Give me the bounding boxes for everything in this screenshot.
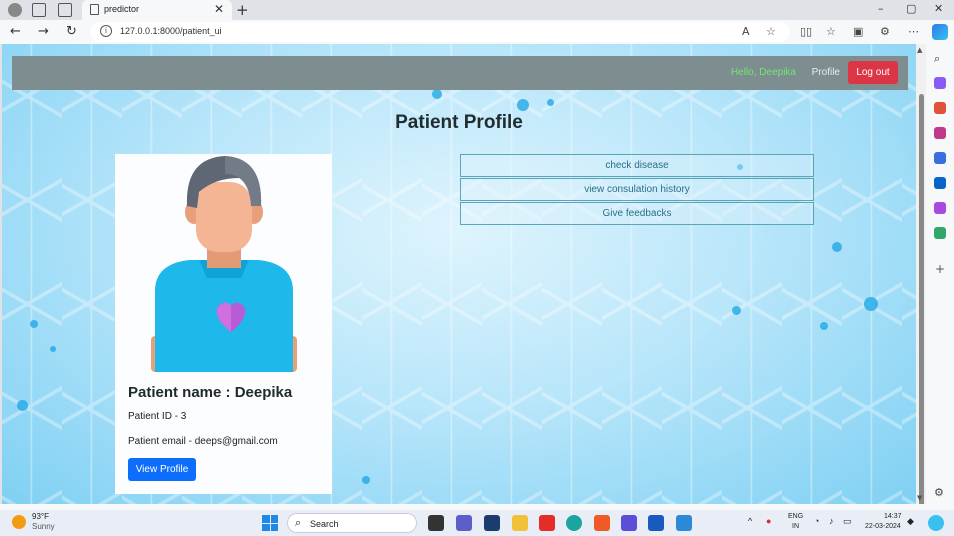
weather-temperature[interactable]: 93°F	[32, 512, 49, 521]
scroll-down-icon[interactable]: ▼	[917, 494, 922, 502]
decor-dot	[820, 322, 828, 330]
decor-dot	[432, 89, 442, 99]
decor-dot	[864, 297, 878, 311]
tab-actions-icon[interactable]	[58, 3, 72, 17]
sidebar-designer-icon[interactable]	[934, 202, 946, 214]
word-icon[interactable]	[648, 515, 664, 531]
sidebar-outlook-icon[interactable]	[934, 177, 946, 189]
page-scrollbar[interactable]: ▲ ▼	[916, 44, 926, 534]
start-windows-icon[interactable]	[262, 515, 278, 531]
store-icon[interactable]	[484, 515, 500, 531]
vscode-icon[interactable]	[676, 515, 692, 531]
weather-sun-icon[interactable]	[12, 515, 26, 529]
more-icon[interactable]: ⋯	[908, 25, 919, 38]
site-info-icon[interactable]: i	[100, 25, 112, 37]
browser-toolbar: ← → ↻ i 127.0.0.1:8000/patient_ui A ☆ ▯▯…	[0, 20, 954, 44]
check-disease-button[interactable]: check disease	[460, 154, 814, 177]
favorites-icon[interactable]: ☆	[826, 25, 836, 38]
extensions-icon[interactable]: ⚙	[880, 25, 890, 38]
clock-date[interactable]: 22-03-2024	[865, 523, 901, 530]
sidebar-drop-icon[interactable]	[934, 227, 946, 239]
teams-icon[interactable]	[456, 515, 472, 531]
sidebar-settings-gear-icon[interactable]: ⚙	[934, 486, 944, 499]
app-icon[interactable]	[621, 515, 637, 531]
youtube-icon[interactable]	[539, 515, 555, 531]
decor-dot	[832, 242, 842, 252]
split-screen-icon[interactable]: ▯▯	[800, 25, 812, 38]
edge-browser-icon[interactable]	[566, 515, 582, 531]
decor-dot	[50, 346, 56, 352]
patient-card: Patient name : Deepika Patient ID - 3 Pa…	[115, 154, 332, 494]
view-profile-button[interactable]: View Profile	[128, 458, 196, 481]
edge-sidebar: ⌕ + ⚙	[926, 44, 954, 510]
volume-icon[interactable]: ♪	[829, 516, 834, 526]
tray-security-icon[interactable]: ●	[766, 516, 771, 526]
patient-id: Patient ID - 3	[128, 411, 187, 422]
tab-title: predictor	[104, 4, 140, 14]
window-close-button[interactable]: ✕	[934, 2, 943, 15]
sidebar-search-icon[interactable]: ⌕	[934, 52, 940, 66]
app-navbar: Hello, Deepika Profile Log out	[12, 56, 908, 90]
decor-dot	[30, 320, 38, 328]
decor-dot	[17, 400, 28, 411]
scrollbar-thumb[interactable]	[919, 94, 924, 534]
patient-actions: check disease view consulation history G…	[460, 154, 814, 226]
sidebar-office-icon[interactable]	[934, 152, 946, 164]
copilot-taskbar-icon[interactable]	[928, 515, 944, 531]
decor-dot	[547, 99, 554, 106]
minimize-button[interactable]: –	[878, 2, 884, 15]
patient-avatar-icon	[151, 156, 297, 372]
read-aloud-icon[interactable]: A	[742, 25, 750, 38]
collections-icon[interactable]: ▣	[853, 25, 863, 38]
decor-dot	[732, 306, 741, 315]
sidebar-games-icon[interactable]	[934, 127, 946, 139]
wifi-icon[interactable]: ◔	[814, 516, 819, 526]
task-view-icon[interactable]	[428, 515, 444, 531]
page-viewport: Hello, Deepika Profile Log out Patient P…	[2, 44, 916, 504]
page-favicon-icon	[90, 4, 99, 15]
address-bar[interactable]: i 127.0.0.1:8000/patient_ui A ☆	[90, 22, 790, 42]
page-title: Patient Profile	[395, 112, 523, 133]
maximize-button[interactable]: ▢	[906, 2, 916, 15]
tray-overflow-icon[interactable]: ^	[748, 516, 752, 526]
greeting-text: Hello, Deepika	[730, 67, 796, 78]
clock-time[interactable]: 14:37	[884, 513, 902, 520]
browser-tab-strip: predictor ✕ + – ▢ ✕	[0, 0, 954, 20]
sidebar-tools-icon[interactable]	[934, 102, 946, 114]
file-explorer-icon[interactable]	[512, 515, 528, 531]
taskbar-search-label: Search	[310, 519, 339, 529]
region-indicator[interactable]: IN	[792, 523, 799, 530]
search-icon: ⌕	[295, 516, 302, 529]
give-feedback-button[interactable]: Give feedbacks	[460, 202, 814, 225]
reload-icon[interactable]: ↻	[66, 24, 77, 39]
taskbar-search[interactable]: ⌕ Search	[287, 513, 417, 533]
logout-button[interactable]: Log out	[848, 61, 898, 84]
browser-tab-predictor[interactable]: predictor ✕	[82, 0, 232, 20]
sidebar-add-icon[interactable]: +	[935, 262, 945, 276]
decor-dot	[362, 476, 370, 484]
battery-icon[interactable]: ▭	[843, 516, 852, 527]
language-indicator[interactable]: ENG	[788, 513, 803, 520]
tab-close-icon[interactable]: ✕	[214, 2, 224, 16]
decor-dot	[517, 99, 529, 111]
copilot-icon[interactable]	[932, 24, 948, 40]
windows-taskbar: 93°F Sunny ⌕ Search ^ ● ENG IN ◔ ♪ ▭ 14:…	[0, 510, 954, 536]
weather-description[interactable]: Sunny	[32, 522, 55, 531]
url-text[interactable]: 127.0.0.1:8000/patient_ui	[120, 26, 222, 36]
favorite-star-icon[interactable]: ☆	[766, 25, 776, 38]
back-arrow-icon[interactable]: ←	[10, 24, 21, 39]
workspaces-icon[interactable]	[32, 3, 46, 17]
scroll-up-icon[interactable]: ▲	[917, 46, 922, 54]
sidebar-shopping-icon[interactable]	[934, 77, 946, 89]
patient-name: Patient name : Deepika	[128, 384, 293, 401]
consultation-history-button[interactable]: view consulation history	[460, 178, 814, 201]
notification-bell-icon[interactable]: ◆	[907, 516, 914, 527]
brave-browser-icon[interactable]	[594, 515, 610, 531]
profile-avatar-icon[interactable]	[8, 3, 22, 17]
new-tab-button[interactable]: +	[236, 1, 249, 19]
profile-link[interactable]: Profile	[812, 67, 840, 78]
patient-email: Patient email - deeps@gmail.com	[128, 436, 278, 447]
forward-arrow-icon[interactable]: →	[38, 24, 49, 39]
